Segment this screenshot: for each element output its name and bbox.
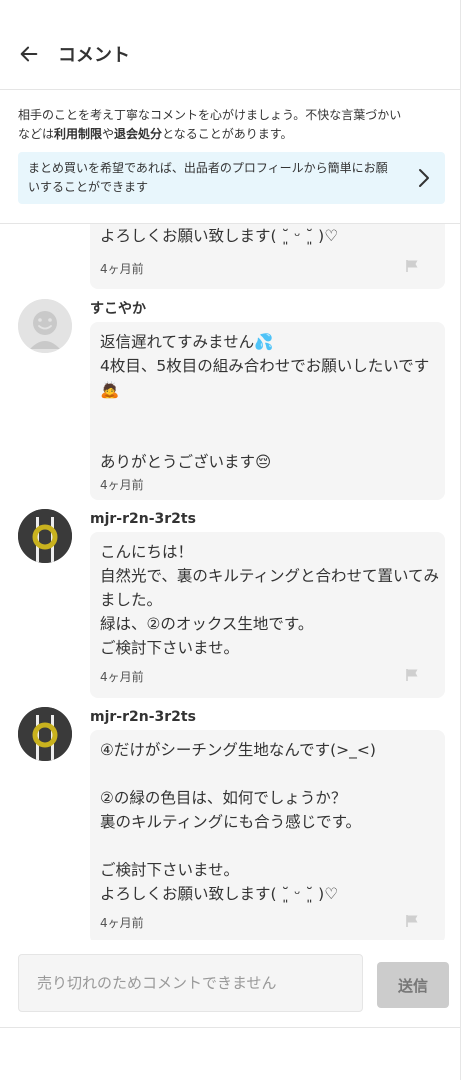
avatar-mjr-r2n-3r2ts[interactable] (18, 509, 72, 563)
comment-list[interactable]: よろしくお願い致します( ˘͈ ᵕ ˘͈ )♡ 4ヶ月前 すこやか 返信遅れてす… (0, 224, 460, 940)
notice-line-2-post: となることがあります。 (162, 127, 293, 141)
comment-time: 4ヶ月前 (100, 916, 144, 930)
comment-bubble: こんにちは！ 自然光で、裏のキルティングと合わせて置いてみました。 緑は、②のオ… (90, 532, 445, 698)
notice-bold-usage-restriction: 利用制限 (54, 127, 103, 141)
comment-guideline-notice: 相手のことを考え丁寧なコメントを心がけましょう。不快な言葉づかい などは利用制限… (18, 106, 448, 144)
comment-username: mjr-r2n-3r2ts (90, 511, 196, 527)
comment-time: 4ヶ月前 (100, 262, 144, 276)
send-button[interactable]: 送信 (377, 962, 449, 1008)
chevron-right-icon (419, 169, 429, 187)
avatar-default[interactable] (18, 299, 72, 353)
comment-text: こんにちは！ 自然光で、裏のキルティングと合わせて置いてみました。 緑は、②のオ… (100, 543, 439, 657)
comment-time: 4ヶ月前 (100, 670, 144, 684)
bundle-purchase-banner[interactable]: まとめ買いを希望であれば、出品者のプロフィールから簡単にお願いすることができます (18, 152, 445, 204)
report-flag-icon[interactable] (405, 259, 419, 273)
comment-time: 4ヶ月前 (100, 478, 144, 492)
page-edge-divider (460, 0, 461, 1080)
header-bar: コメント (0, 0, 460, 90)
arrow-left-icon (20, 46, 38, 61)
notice-line-1: 相手のことを考え丁寧なコメントを心がけましょう。不快な言葉づかい (18, 108, 402, 122)
comment-input[interactable] (18, 954, 363, 1012)
comment-username: mjr-r2n-3r2ts (90, 709, 196, 725)
avatar-mjr-r2n-3r2ts[interactable] (18, 707, 72, 761)
comment-text: ④だけがシーチング生地なんです(>_<) ②の緑の色目は、如何でしょうか？ 裏の… (100, 741, 376, 903)
report-flag-icon[interactable] (405, 914, 419, 928)
notice-section: 相手のことを考え丁寧なコメントを心がけましょう。不快な言葉づかい などは利用制限… (0, 90, 460, 224)
notice-bold-account-removal: 退会処分 (114, 127, 163, 141)
comment-text: 返信遅れてすみません💦 4枚目、5枚目の組み合わせでお願いしたいです🙇 ありがと… (100, 333, 430, 471)
banner-text: まとめ買いを希望であれば、出品者のプロフィールから簡単にお願いすることができます (28, 161, 388, 194)
report-flag-icon[interactable] (405, 668, 419, 682)
back-button[interactable] (16, 41, 42, 67)
default-user-icon (18, 299, 72, 353)
user-photo-icon (18, 509, 72, 563)
notice-line-2-pre: などは (18, 127, 55, 141)
comment-bubble: 返信遅れてすみません💦 4枚目、5枚目の組み合わせでお願いしたいです🙇 ありがと… (90, 322, 445, 500)
page-title: コメント (58, 44, 130, 66)
comment-input-bar: 送信 (0, 940, 460, 1028)
comment-bubble: ④だけがシーチング生地なんです(>_<) ②の緑の色目は、如何でしょうか？ 裏の… (90, 730, 445, 940)
comment-bubble: よろしくお願い致します( ˘͈ ᵕ ˘͈ )♡ 4ヶ月前 (90, 224, 445, 289)
notice-line-2-mid: や (102, 127, 115, 141)
comment-text: よろしくお願い致します( ˘͈ ᵕ ˘͈ )♡ (100, 227, 339, 245)
user-photo-icon (18, 707, 72, 761)
comment-username: すこやか (90, 301, 146, 317)
